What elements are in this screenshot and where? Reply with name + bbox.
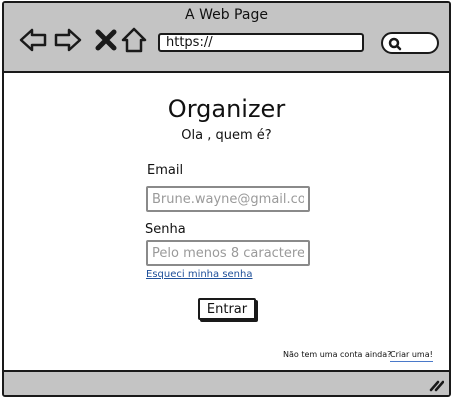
browser-window: A Web Page Organizer Ola , quem é? Email [2, 1, 451, 397]
forgot-password-link[interactable]: Esqueci minha senha [146, 269, 253, 280]
arrow-right-icon[interactable] [53, 25, 83, 55]
status-bar [4, 370, 449, 395]
search-button[interactable] [381, 32, 439, 54]
close-icon[interactable] [91, 25, 121, 55]
browser-toolbar: A Web Page [4, 3, 449, 73]
password-field[interactable] [146, 240, 310, 266]
email-field[interactable] [146, 186, 310, 212]
home-icon[interactable] [119, 25, 149, 55]
page-content: Organizer Ola , quem é? Email Senha Esqu… [4, 73, 449, 372]
signup-link[interactable]: Criar uma! [390, 350, 433, 362]
search-icon [388, 37, 402, 51]
address-bar[interactable] [158, 33, 364, 52]
password-label: Senha [145, 222, 186, 237]
greeting-subtitle: Ola , quem é? [181, 128, 272, 143]
signup-prompt: Não tem uma conta ainda? [283, 350, 392, 359]
window-title: A Web Page [185, 7, 268, 23]
email-label: Email [147, 163, 184, 178]
login-button[interactable]: Entrar [198, 298, 256, 320]
arrow-left-icon[interactable] [18, 25, 48, 55]
page-title: Organizer [167, 95, 286, 123]
resize-grip-icon[interactable] [428, 378, 444, 392]
